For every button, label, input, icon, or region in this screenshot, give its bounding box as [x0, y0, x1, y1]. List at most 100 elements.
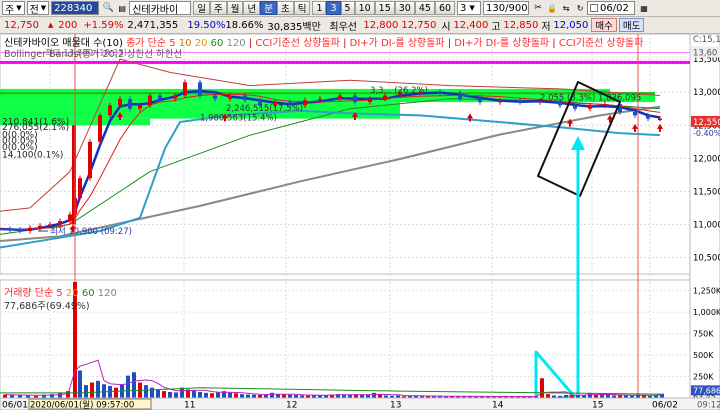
candle-body — [28, 227, 32, 232]
market-label: 주 — [5, 4, 15, 16]
current-price-label: 12,550 — [693, 118, 720, 128]
candle-body — [368, 98, 372, 103]
price-tick-label: 10,500 — [693, 253, 720, 263]
volume-bar — [58, 392, 62, 398]
price-volume-chart[interactable]: 13,50013,00012,50012,00011,50011,00010,5… — [0, 33, 720, 411]
chart-area[interactable]: 13,50013,00012,50012,00011,50011,00010,5… — [0, 33, 720, 411]
volume-legend: 거래량 단순 5 20 60 120 — [4, 288, 117, 300]
low-price: 12,050 — [553, 19, 589, 31]
signal-cci-2: CCI기준선 상향돌파 — [558, 38, 644, 49]
period-button-0[interactable]: 일 — [193, 1, 210, 15]
volume-bar — [156, 389, 160, 398]
period-button-2[interactable]: 월 — [226, 1, 244, 15]
price-tick-label: 11,000 — [693, 220, 720, 230]
volume-bar — [216, 391, 220, 398]
candle-body — [478, 98, 482, 103]
volume-ma-120: 120 — [97, 288, 117, 299]
price-tick-label: 11,500 — [693, 187, 720, 197]
date-field[interactable]: 06/02 — [587, 1, 636, 15]
ma-legend: 종가 단순 5 — [126, 38, 176, 49]
candle-body — [68, 214, 72, 222]
best-ask: 12,800 — [363, 19, 399, 31]
volume-legend-title: 거래량 단순 5 — [4, 288, 63, 299]
period-button-5[interactable]: 초 — [276, 1, 294, 15]
interval-button-30[interactable]: 30 — [394, 1, 415, 15]
volume-bar — [540, 378, 544, 398]
price-panel-frame — [0, 33, 691, 275]
buy-button[interactable]: 매수 — [591, 18, 617, 32]
stock-code-input[interactable]: 228340 — [51, 1, 100, 15]
period-button-1[interactable]: 주 — [209, 1, 227, 15]
candle-body — [646, 115, 650, 119]
volume-bar — [114, 387, 118, 398]
candle-body — [338, 95, 342, 99]
volume-bar — [96, 380, 100, 398]
chevron-down-icon: ▼ — [469, 4, 475, 12]
candle-body — [603, 104, 607, 106]
volume-bar — [282, 394, 286, 398]
market-select[interactable]: 주 ▼ — [2, 1, 25, 16]
quote-bar: 12,750 ▲ 200 +1.59% 2,471,355 19.50% 18.… — [0, 17, 720, 34]
best-label: 최우선 — [329, 21, 357, 33]
grid-icon[interactable]: ▦ — [637, 1, 651, 15]
interval-button-45[interactable]: 45 — [414, 1, 435, 15]
time-tick-label: 06/02 — [652, 401, 678, 411]
volume-bar — [204, 392, 208, 398]
counter-field[interactable]: 130/900 — [483, 1, 530, 15]
volume-bar — [372, 392, 376, 398]
candle-body — [118, 98, 122, 106]
volume-bar — [168, 391, 172, 398]
interval-button-5[interactable]: 5 — [340, 1, 355, 15]
volume-bar — [546, 394, 550, 398]
volume-bar — [660, 393, 664, 398]
mode-label: 전 — [29, 4, 39, 16]
interval-button-10[interactable]: 10 — [354, 1, 375, 15]
price-change: 200 — [58, 19, 78, 31]
interval-buttons: 1 3 5 10 15 30 45 60 — [312, 1, 456, 16]
period-button-6[interactable]: 틱 — [293, 1, 311, 15]
candle-body — [128, 98, 132, 109]
volume-bar — [198, 391, 202, 398]
lock-icon[interactable]: 🔒 — [545, 1, 559, 15]
candle-body — [658, 118, 662, 121]
repeat-icon[interactable]: ↻ — [573, 1, 587, 15]
period-button-3[interactable]: 년 — [243, 1, 261, 15]
candle-body — [588, 105, 592, 109]
time-axis-right-label: 09:12 — [697, 401, 720, 411]
period-button-4[interactable]: 분 — [260, 1, 277, 15]
interval-button-3[interactable]: 3 — [326, 1, 341, 15]
volume-bar — [102, 384, 106, 398]
sell-button[interactable]: 매도 — [618, 18, 645, 32]
volume-profile-label: 14,100(0.1%) — [2, 150, 63, 160]
list-icon[interactable]: ▤ — [115, 1, 129, 15]
candle-body — [458, 92, 462, 99]
candle-body — [8, 229, 12, 231]
rate-1: 19.50% — [187, 19, 226, 31]
ma-20-label: 20 — [194, 38, 208, 49]
volume-bar — [144, 385, 148, 398]
ma-120-label: 120 — [226, 38, 246, 49]
interval-button-15[interactable]: 15 — [374, 1, 395, 15]
chevron-down-icon: ▼ — [16, 4, 22, 12]
high-price: 12,850 — [503, 19, 539, 31]
time-tick-label: 11 — [184, 401, 195, 411]
checkbox-icon[interactable] — [590, 4, 599, 12]
search-icon[interactable]: 🔍 — [101, 1, 115, 15]
best-bid: 12,750 — [401, 19, 437, 31]
candle-body — [303, 100, 307, 106]
candle-body — [518, 100, 522, 103]
date-value: 06/02 — [600, 2, 629, 14]
interval-select[interactable]: 3 ▼ — [457, 1, 482, 15]
stock-code-value: 228340 — [54, 2, 93, 14]
mode-select[interactable]: 전 ▼ — [26, 1, 50, 16]
interval-button-60[interactable]: 60 — [434, 1, 456, 15]
interval-button-1[interactable]: 1 — [312, 1, 327, 15]
candle-body — [48, 224, 52, 226]
arrows-icon[interactable]: ⇆ — [559, 1, 573, 15]
chevron-down-icon: ▼ — [40, 4, 47, 12]
volume-bar — [174, 392, 178, 398]
high-price-line — [0, 60, 690, 64]
scissors-icon[interactable]: ✂ — [531, 1, 545, 15]
trade-volume: 2,471,355 — [127, 19, 179, 31]
candle-body — [158, 95, 162, 99]
